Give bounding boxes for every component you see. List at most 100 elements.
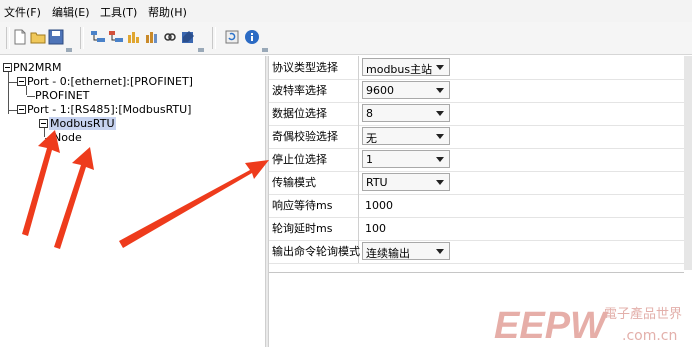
property-value-cell[interactable]: RTU: [360, 171, 684, 194]
info-icon[interactable]: [244, 29, 260, 45]
property-dropdown[interactable]: RTU: [362, 173, 450, 191]
collapse-icon[interactable]: [39, 118, 48, 128]
property-value-cell[interactable]: 连续输出: [360, 240, 684, 263]
property-row: 响应等待ms 1000: [269, 194, 684, 218]
watermark-chinese: 電子產品世界: [604, 306, 682, 322]
open-folder-icon[interactable]: [30, 29, 46, 45]
property-value-cell[interactable]: 1: [360, 148, 684, 171]
tree-profinet-label: PROFINET: [35, 89, 90, 102]
toolbar-grip-1: [66, 48, 72, 52]
dropdown-value: 9600: [366, 84, 394, 97]
tree-node-label: Node: [53, 131, 82, 144]
property-dropdown[interactable]: 9600: [362, 81, 450, 99]
collapse-icon[interactable]: [17, 76, 26, 86]
new-file-icon[interactable]: [12, 29, 28, 45]
property-label: 停止位选择: [269, 148, 359, 171]
tree-root[interactable]: PN2MRM: [3, 61, 62, 74]
toolbar-grip-3: [262, 48, 268, 52]
toolbar-grip-2: [198, 48, 204, 52]
chevron-down-icon[interactable]: [436, 180, 444, 185]
collapse-icon[interactable]: [3, 62, 12, 72]
tree-modbusrtu[interactable]: ModbusRTU: [39, 117, 116, 130]
chevron-down-icon[interactable]: [436, 88, 444, 93]
toolbar-grip: [6, 27, 10, 49]
chevron-down-icon[interactable]: [436, 111, 444, 116]
dropdown-value: 连续输出: [366, 247, 410, 260]
property-text-value[interactable]: 100: [365, 222, 386, 235]
tree-collapse-icon[interactable]: [108, 29, 124, 45]
property-value-cell[interactable]: 9600: [360, 79, 684, 102]
menu-file[interactable]: 文件(F): [4, 4, 41, 20]
tree-expand-icon[interactable]: [90, 29, 106, 45]
property-label: 奇偶校验选择: [269, 125, 359, 148]
property-label: 输出命令轮询模式: [269, 240, 360, 263]
tree-port1[interactable]: Port - 1:[RS485]:[ModbusRTU]: [9, 103, 191, 116]
device-tree: PN2MRM Port - 0:[ethernet]:[PROFINET] PR…: [0, 56, 262, 347]
save-icon[interactable]: [48, 29, 64, 45]
chevron-down-icon[interactable]: [436, 157, 444, 162]
property-label: 响应等待ms: [269, 194, 359, 217]
property-row: 轮询延时ms 100: [269, 217, 684, 241]
tree-connector: [9, 109, 17, 111]
menu-edit[interactable]: 编辑(E): [52, 4, 90, 20]
property-dropdown[interactable]: 1: [362, 150, 450, 168]
tree-port0-label: Port - 0:[ethernet]:[PROFINET]: [27, 75, 193, 88]
property-label: 数据位选择: [269, 102, 359, 125]
toolbar-separator-2: [212, 27, 216, 49]
dropdown-value: 8: [366, 107, 373, 120]
menu-help[interactable]: 帮助(H): [148, 4, 187, 20]
tree-connector: [45, 137, 53, 139]
property-dropdown[interactable]: 无: [362, 127, 450, 145]
property-grid: 协议类型选择 modbus主站 波特率选择 9600 数据位选择 8 奇偶校验选择无停止位选…: [269, 56, 684, 270]
edit-icon[interactable]: [180, 29, 196, 45]
menu-tools[interactable]: 工具(T): [100, 4, 137, 20]
property-dropdown[interactable]: 连续输出: [362, 242, 450, 260]
watermark-brand: EEPW: [494, 305, 609, 345]
tree-root-label: PN2MRM: [13, 61, 62, 74]
property-value-cell[interactable]: 8: [360, 102, 684, 125]
property-row: 传输模式 RTU: [269, 171, 684, 195]
tree-profinet[interactable]: PROFINET: [27, 89, 89, 102]
property-value-cell[interactable]: 无: [360, 125, 684, 148]
tree-modbusrtu-label: ModbusRTU: [49, 117, 116, 130]
tree-node[interactable]: Node: [45, 131, 82, 144]
chart-icon[interactable]: [126, 29, 142, 45]
link-icon[interactable]: [162, 29, 178, 45]
property-row: 停止位选择 1: [269, 148, 684, 172]
property-dropdown[interactable]: modbus主站: [362, 58, 450, 76]
property-row: 波特率选择 9600: [269, 79, 684, 103]
property-label: 轮询延时ms: [269, 217, 359, 240]
property-row: 输出命令轮询模式 连续输出: [269, 240, 684, 264]
property-label: 传输模式: [269, 171, 359, 194]
property-value-cell[interactable]: 1000: [360, 194, 684, 217]
dropdown-value: RTU: [366, 176, 388, 189]
dropdown-value: 无: [366, 132, 377, 145]
property-label: 波特率选择: [269, 79, 359, 102]
toolbar-separator: [80, 27, 84, 49]
tree-connector: [27, 95, 35, 97]
chevron-down-icon[interactable]: [436, 134, 444, 139]
watermark-domain: .com.cn: [622, 328, 677, 344]
collapse-icon[interactable]: [17, 104, 26, 114]
tree-connector: [9, 81, 17, 83]
eepw-watermark: EEPW 電子產品世界 .com.cn: [494, 305, 682, 345]
property-value-cell[interactable]: modbus主站: [360, 56, 684, 79]
refresh-icon[interactable]: [224, 29, 240, 45]
property-row: 奇偶校验选择无: [269, 125, 684, 149]
chart2-icon[interactable]: [144, 29, 160, 45]
dropdown-value: modbus主站: [366, 63, 433, 76]
toolbar: [0, 22, 692, 55]
tree-port0[interactable]: Port - 0:[ethernet]:[PROFINET]: [9, 75, 193, 88]
scrollbar[interactable]: [684, 56, 692, 270]
property-value-cell[interactable]: 100: [360, 217, 684, 240]
property-text-value[interactable]: 1000: [365, 199, 393, 212]
property-row: 数据位选择 8: [269, 102, 684, 126]
property-label: 协议类型选择: [269, 56, 359, 79]
dropdown-value: 1: [366, 153, 373, 166]
menu-bar: 文件(F) 编辑(E) 工具(T) 帮助(H): [0, 0, 692, 22]
chevron-down-icon[interactable]: [436, 249, 444, 254]
property-row: 协议类型选择 modbus主站: [269, 56, 684, 80]
chevron-down-icon[interactable]: [436, 65, 444, 70]
property-dropdown[interactable]: 8: [362, 104, 450, 122]
tree-port1-label: Port - 1:[RS485]:[ModbusRTU]: [27, 103, 192, 116]
